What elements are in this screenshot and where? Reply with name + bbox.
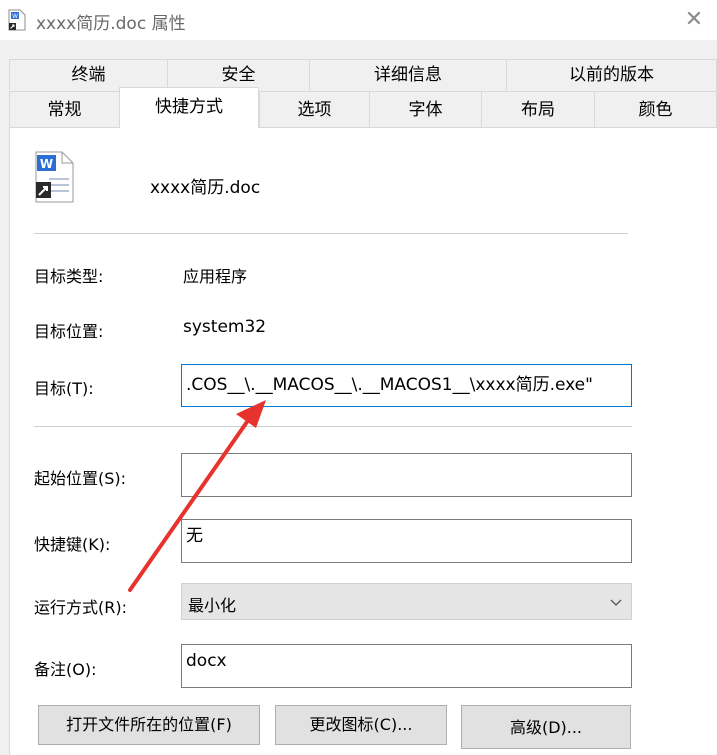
- target-type-label: 目标类型:: [34, 267, 104, 286]
- run-select-value: 最小化: [188, 596, 237, 615]
- word-document-icon: W: [8, 9, 26, 31]
- tab-general[interactable]: 常规: [9, 91, 119, 127]
- run-label: 运行方式(R):: [34, 598, 127, 617]
- target-location-label: 目标位置:: [34, 322, 104, 341]
- tab-font[interactable]: 字体: [369, 91, 481, 127]
- target-label: 目标(T):: [34, 379, 94, 398]
- tab-layout[interactable]: 布局: [481, 91, 594, 127]
- shortcut-key-label: 快捷键(K):: [34, 535, 111, 554]
- comment-input[interactable]: docx: [181, 644, 632, 688]
- close-icon[interactable]: ✕: [671, 0, 717, 40]
- shortcut-file-icon: W: [34, 151, 74, 203]
- tab-options[interactable]: 选项: [259, 91, 369, 127]
- comment-label: 备注(O):: [34, 660, 97, 679]
- target-location-value: system32: [183, 317, 267, 337]
- target-input[interactable]: .COS__\.__MACOS__\.__MACOS1__\xxxx简历.exe…: [181, 364, 632, 407]
- tab-details[interactable]: 详细信息: [309, 59, 506, 90]
- target-type-value: 应用程序: [183, 267, 248, 286]
- tab-colors[interactable]: 颜色: [594, 91, 717, 127]
- tab-previous-versions[interactable]: 以前的版本: [506, 59, 717, 90]
- svg-text:W: W: [40, 157, 53, 171]
- start-in-label: 起始位置(S):: [34, 469, 127, 488]
- chevron-down-icon: [609, 594, 623, 606]
- start-in-input[interactable]: [181, 453, 632, 497]
- shortcut-key-input[interactable]: 无: [181, 519, 632, 563]
- change-icon-button[interactable]: 更改图标(C)...: [275, 705, 447, 745]
- shortcut-filename: xxxx简历.doc: [150, 178, 261, 198]
- separator-top: [34, 233, 628, 234]
- svg-text:W: W: [12, 13, 18, 20]
- separator-middle: [34, 426, 632, 427]
- window-title: xxxx简历.doc 属性: [36, 14, 186, 34]
- title-bar: W xxxx简历.doc 属性 ✕: [0, 0, 717, 40]
- run-select[interactable]: 最小化: [181, 583, 632, 620]
- tab-terminal[interactable]: 终端: [9, 59, 167, 90]
- advanced-button[interactable]: 高级(D)...: [461, 705, 631, 749]
- tab-shortcut[interactable]: 快捷方式: [119, 87, 259, 128]
- tab-security[interactable]: 安全: [167, 59, 309, 90]
- open-file-location-button[interactable]: 打开文件所在的位置(F): [38, 705, 260, 745]
